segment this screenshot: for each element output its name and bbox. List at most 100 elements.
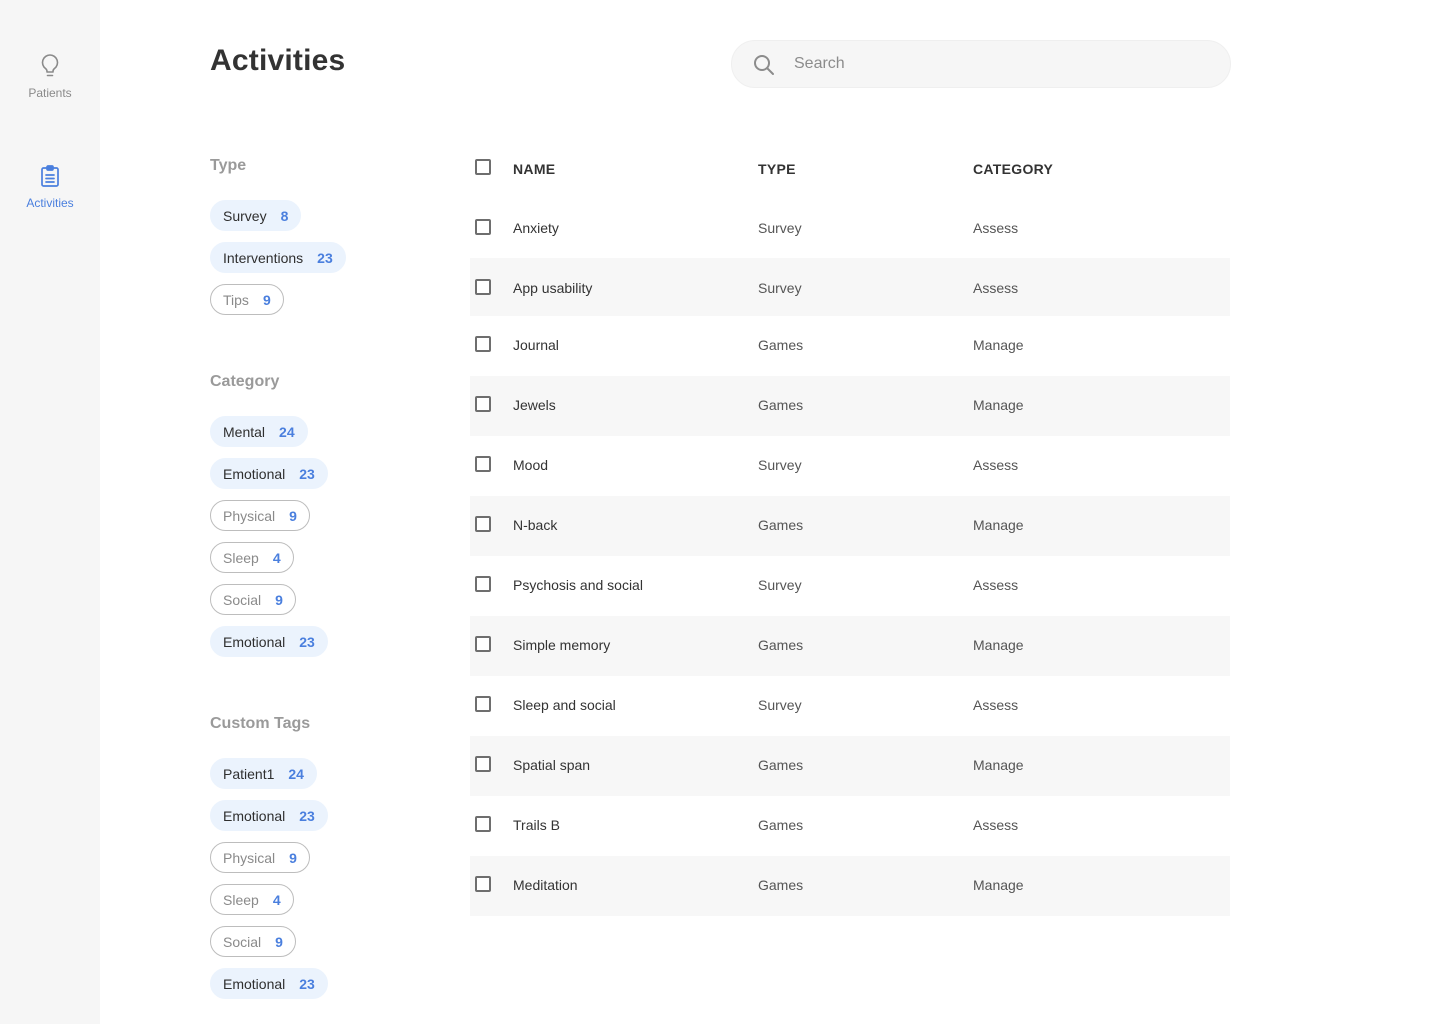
filter-chip-social[interactable]: Social 9 — [210, 584, 296, 615]
chip-count: 9 — [275, 933, 283, 950]
row-checkbox[interactable] — [475, 456, 491, 472]
nav-item-activities[interactable]: Activities — [0, 164, 100, 210]
row-checkbox[interactable] — [475, 636, 491, 652]
table-row[interactable]: Jewels Games Manage — [470, 376, 1230, 436]
filter-chip-physical[interactable]: Physical 9 — [210, 842, 310, 873]
cell-category: Manage — [973, 517, 1024, 533]
table-row[interactable]: Sleep and social Survey Assess — [470, 676, 1230, 736]
table-row[interactable]: App usability Survey Assess — [470, 258, 1230, 316]
filter-heading-custom-tags: Custom Tags — [210, 715, 311, 732]
row-checkbox[interactable] — [475, 756, 491, 772]
chip-count: 8 — [280, 207, 289, 224]
table-row[interactable]: Anxiety Survey Assess — [470, 198, 1230, 258]
row-checkbox[interactable] — [475, 279, 491, 295]
cell-name: Trails B — [513, 817, 560, 833]
cell-category: Manage — [973, 397, 1024, 413]
row-checkbox[interactable] — [475, 696, 491, 712]
nav-label-activities: Activities — [26, 196, 74, 210]
cell-type: Survey — [758, 457, 802, 473]
chip-count: 23 — [299, 975, 315, 992]
filter-chip-interventions[interactable]: Interventions 23 — [210, 242, 346, 273]
chip-label: Emotional — [223, 465, 286, 482]
cell-name: N-back — [513, 517, 558, 533]
cell-category: Manage — [973, 757, 1024, 773]
cell-type: Survey — [758, 577, 802, 593]
cell-name: Anxiety — [513, 220, 559, 236]
cell-category: Assess — [973, 457, 1019, 473]
cell-type: Survey — [758, 697, 802, 713]
row-checkbox[interactable] — [475, 219, 491, 235]
cell-category: Manage — [973, 877, 1024, 893]
cell-name: Simple memory — [513, 637, 611, 653]
chip-count: 4 — [272, 549, 281, 566]
column-header-category[interactable]: CATEGORY — [973, 161, 1053, 177]
chip-label: Emotional — [223, 975, 286, 992]
filter-chip-tips[interactable]: Tips 9 — [210, 284, 284, 315]
table-row[interactable]: Journal Games Manage — [470, 316, 1230, 376]
chip-count: 9 — [289, 849, 297, 866]
chip-count: 9 — [275, 591, 283, 608]
chip-label: Physical — [223, 849, 276, 866]
cell-type: Games — [758, 757, 804, 773]
table-row[interactable]: Trails B Games Assess — [470, 796, 1230, 856]
cell-name: Meditation — [513, 877, 578, 893]
chip-label: Mental — [223, 423, 266, 440]
filter-chip-sleep[interactable]: Sleep 4 — [210, 884, 294, 915]
cell-category: Manage — [973, 637, 1024, 653]
chip-label: Physical — [223, 507, 276, 524]
filter-chip-emotional[interactable]: Emotional 23 — [210, 800, 328, 831]
column-header-name[interactable]: NAME — [513, 161, 555, 177]
chip-label: Sleep — [223, 891, 259, 908]
chip-label: Emotional — [223, 807, 286, 824]
clipboard-icon — [38, 164, 62, 188]
chip-label: Social — [223, 591, 262, 608]
cell-type: Games — [758, 637, 804, 653]
filter-chip-emotional[interactable]: Emotional 23 — [210, 626, 328, 657]
cell-name: Spatial span — [513, 757, 591, 773]
filter-chip-emotional[interactable]: Emotional 23 — [210, 458, 328, 489]
search-icon — [752, 53, 776, 77]
search-input[interactable] — [794, 41, 1214, 87]
filter-chip-survey[interactable]: Survey 8 — [210, 200, 302, 231]
row-checkbox[interactable] — [475, 876, 491, 892]
chip-label: Tips — [223, 291, 249, 308]
chip-label: Emotional — [223, 633, 286, 650]
cell-category: Assess — [973, 220, 1019, 236]
filter-chip-mental[interactable]: Mental 24 — [210, 416, 308, 447]
filter-chip-patient1[interactable]: Patient1 24 — [210, 758, 317, 789]
table-header: NAME TYPE CATEGORY — [470, 140, 1230, 198]
column-header-type[interactable]: TYPE — [758, 161, 796, 177]
chip-count: 23 — [299, 633, 315, 650]
cell-type: Survey — [758, 220, 802, 236]
table-row[interactable]: Mood Survey Assess — [470, 436, 1230, 496]
filter-chip-sleep[interactable]: Sleep 4 — [210, 542, 294, 573]
cell-type: Games — [758, 337, 804, 353]
cell-type: Games — [758, 517, 804, 533]
chip-count: 24 — [288, 765, 304, 782]
cell-type: Survey — [758, 280, 802, 296]
table-row[interactable]: Simple memory Games Manage — [470, 616, 1230, 676]
chip-count: 4 — [272, 891, 281, 908]
cell-category: Manage — [973, 337, 1024, 353]
row-checkbox[interactable] — [475, 816, 491, 832]
filter-chip-social[interactable]: Social 9 — [210, 926, 296, 957]
table-row[interactable]: Meditation Games Manage — [470, 856, 1230, 916]
filter-chip-emotional[interactable]: Emotional 23 — [210, 968, 328, 999]
nav-label-patients: Patients — [28, 86, 72, 100]
table-row[interactable]: Psychosis and social Survey Assess — [470, 556, 1230, 616]
cell-category: Assess — [973, 280, 1019, 296]
filter-heading-type: Type — [210, 157, 247, 174]
cell-name: Sleep and social — [513, 697, 616, 713]
row-checkbox[interactable] — [475, 336, 491, 352]
row-checkbox[interactable] — [475, 576, 491, 592]
chip-count: 23 — [299, 465, 315, 482]
filter-chip-physical[interactable]: Physical 9 — [210, 500, 310, 531]
row-checkbox[interactable] — [475, 396, 491, 412]
row-checkbox[interactable] — [475, 516, 491, 532]
chip-label: Patient1 — [223, 765, 275, 782]
select-all-checkbox[interactable] — [475, 159, 491, 175]
nav-item-patients[interactable]: Patients — [0, 54, 100, 100]
table-row[interactable]: Spatial span Games Manage — [470, 736, 1230, 796]
table-row[interactable]: N-back Games Manage — [470, 496, 1230, 556]
chip-count: 23 — [299, 807, 315, 824]
